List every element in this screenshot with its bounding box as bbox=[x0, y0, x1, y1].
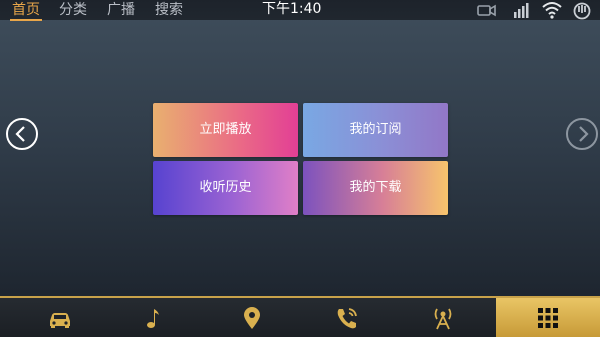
signal-bars-icon bbox=[511, 0, 533, 20]
wifi-icon bbox=[541, 0, 563, 20]
video-camera-icon bbox=[476, 0, 498, 20]
bottom-dock bbox=[0, 296, 600, 337]
dock-phone-button[interactable] bbox=[302, 298, 392, 337]
listening-history-tile[interactable]: 收听历史 bbox=[153, 161, 298, 215]
tab-search[interactable]: 搜索 bbox=[155, 1, 183, 19]
top-bar: 首页 分类 广播 搜索 下午1:40 bbox=[0, 0, 600, 21]
dock-radio-button[interactable] bbox=[398, 298, 488, 337]
chevron-left-icon bbox=[15, 126, 25, 142]
tab-broadcast[interactable]: 广播 bbox=[107, 1, 135, 19]
dock-navigation-button[interactable] bbox=[207, 298, 297, 337]
dock-music-button[interactable] bbox=[110, 298, 200, 337]
clock: 下午1:40 bbox=[262, 1, 322, 17]
phone-icon bbox=[337, 307, 357, 328]
dock-apps-button[interactable] bbox=[496, 298, 600, 337]
tab-category[interactable]: 分类 bbox=[59, 1, 87, 19]
my-downloads-tile[interactable]: 我的下载 bbox=[303, 161, 448, 215]
radio-tower-icon bbox=[434, 308, 452, 329]
tab-home[interactable]: 首页 bbox=[10, 1, 42, 21]
my-subscriptions-tile[interactable]: 我的订阅 bbox=[303, 103, 448, 157]
location-pin-icon bbox=[244, 306, 260, 329]
play-now-tile[interactable]: 立即播放 bbox=[153, 103, 298, 157]
previous-page-button[interactable] bbox=[6, 118, 38, 150]
apps-grid-icon bbox=[538, 307, 558, 328]
dock-car-button[interactable] bbox=[15, 298, 105, 337]
chevron-right-icon bbox=[579, 126, 589, 142]
music-note-icon bbox=[147, 308, 159, 328]
next-page-button[interactable] bbox=[566, 118, 598, 150]
car-icon bbox=[50, 312, 70, 328]
usb-icon bbox=[571, 0, 593, 20]
